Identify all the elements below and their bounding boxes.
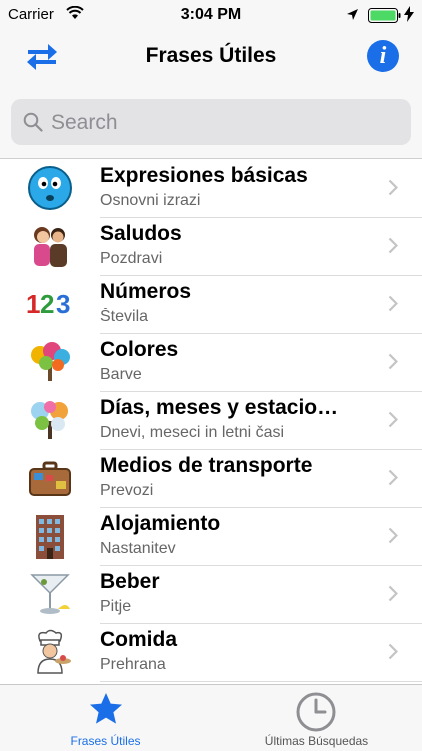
clock-icon bbox=[296, 692, 336, 732]
list-item[interactable]: 1 2 3 Números Števila bbox=[0, 275, 422, 334]
hotel-building-icon bbox=[26, 513, 74, 559]
chevron-right-icon bbox=[388, 295, 399, 317]
seasons-tree-icon bbox=[26, 397, 74, 443]
tab-label: Frases Útiles bbox=[70, 734, 141, 748]
svg-text:2: 2 bbox=[40, 289, 54, 319]
list-item[interactable]: Saludos Pozdravi bbox=[0, 217, 422, 276]
navigation-bar: Frases Útiles i bbox=[0, 30, 422, 86]
chevron-right-icon bbox=[388, 643, 399, 665]
list-item-title: Alojamiento bbox=[100, 512, 221, 535]
list-item-subtitle: Barve bbox=[100, 366, 142, 383]
battery-icon bbox=[368, 8, 402, 28]
page-title: Frases Útiles bbox=[145, 44, 277, 67]
list-item-subtitle: Osnovni izrazi bbox=[100, 192, 201, 209]
chevron-right-icon bbox=[388, 585, 399, 607]
chevron-right-icon bbox=[388, 411, 399, 433]
chevron-right-icon bbox=[388, 469, 399, 491]
chef-icon bbox=[26, 629, 74, 675]
search-area bbox=[0, 86, 422, 159]
suitcase-icon bbox=[26, 455, 74, 501]
search-input[interactable] bbox=[49, 99, 403, 147]
list-item[interactable]: Colores Barve bbox=[0, 333, 422, 392]
row-divider bbox=[100, 681, 422, 682]
list-item-title: Beber bbox=[100, 570, 160, 593]
list-item[interactable]: Medios de transporte Prevozi bbox=[0, 449, 422, 508]
list-item[interactable]: Expresiones básicas Osnovni izrazi bbox=[0, 159, 422, 218]
tab-frases-utiles[interactable]: Frases Útiles bbox=[0, 685, 211, 751]
list-item-subtitle: Prevozi bbox=[100, 482, 154, 499]
svg-text:3: 3 bbox=[56, 289, 70, 319]
list-item-title: Medios de transporte bbox=[100, 454, 313, 477]
list-item-subtitle: Pitje bbox=[100, 598, 132, 615]
info-button[interactable]: i bbox=[367, 40, 399, 72]
list-item[interactable]: Comida Prehrana bbox=[0, 623, 422, 682]
tab-ultimas-busquedas[interactable]: Últimas Búsquedas bbox=[211, 685, 422, 751]
cocktail-glass-icon bbox=[26, 571, 74, 617]
greeting-people-icon bbox=[26, 223, 74, 269]
list-item-title: Saludos bbox=[100, 222, 182, 245]
chevron-right-icon bbox=[388, 179, 399, 201]
chevron-right-icon bbox=[388, 237, 399, 259]
charging-bolt-icon bbox=[404, 6, 414, 27]
star-icon bbox=[90, 693, 122, 724]
list-item-subtitle: Nastanitev bbox=[100, 540, 176, 557]
list-item-title: Colores bbox=[100, 338, 179, 361]
category-list: Expresiones básicas Osnovni izrazi Salud… bbox=[0, 159, 422, 684]
tab-bar: Frases Útiles Últimas Búsquedas bbox=[0, 684, 422, 751]
list-item[interactable]: Beber Pitje bbox=[0, 565, 422, 624]
list-item[interactable]: Alojamiento Nastanitev bbox=[0, 507, 422, 566]
list-item-subtitle: Prehrana bbox=[100, 656, 166, 673]
status-bar: Carrier 3:04 PM bbox=[0, 0, 422, 30]
svg-text:1: 1 bbox=[26, 289, 40, 319]
list-item-title: Días, meses y estacio… bbox=[100, 396, 339, 419]
colorful-tree-icon bbox=[26, 339, 74, 385]
list-item-subtitle: Pozdravi bbox=[100, 250, 163, 267]
tab-label: Últimas Búsquedas bbox=[264, 734, 369, 748]
list-item-title: Números bbox=[100, 280, 192, 303]
info-icon: i bbox=[379, 43, 387, 69]
list-item[interactable]: Días, meses y estacio… Dnevi, meseci in … bbox=[0, 391, 422, 450]
chevron-right-icon bbox=[388, 353, 399, 375]
numbers-123-icon: 1 2 3 bbox=[26, 281, 74, 327]
list-item-title: Expresiones básicas bbox=[100, 164, 308, 187]
list-item-title: Comida bbox=[100, 628, 178, 651]
location-arrow-icon bbox=[346, 8, 359, 26]
list-item-subtitle: Dnevi, meseci in letni časi bbox=[100, 424, 285, 441]
search-bar[interactable] bbox=[11, 99, 411, 147]
smiley-face-icon bbox=[26, 165, 74, 211]
search-icon bbox=[23, 112, 43, 137]
list-item-subtitle: Števila bbox=[100, 308, 149, 325]
chevron-right-icon bbox=[388, 527, 399, 549]
